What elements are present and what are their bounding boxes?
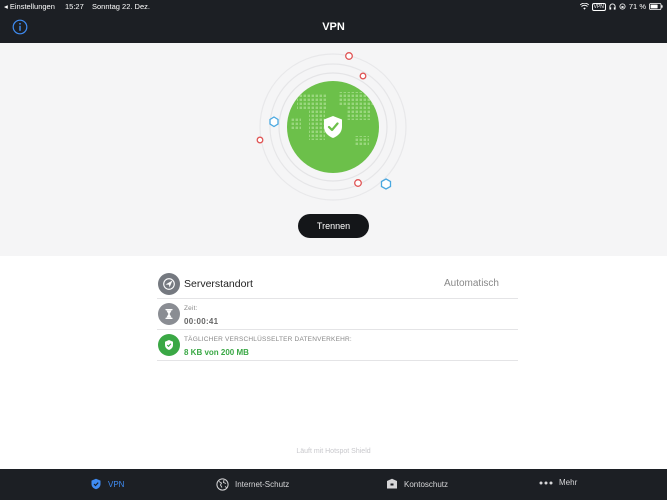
daily-traffic-value: 8 KB von 200 MB — [184, 348, 249, 357]
connection-info-list: Serverstandort Automatisch Zeit: 00:00:4… — [157, 268, 518, 361]
location-icon — [158, 273, 180, 295]
more-dots-icon — [539, 481, 553, 484]
battery-icon — [649, 3, 663, 10]
tab-bar: VPN Internet-Schutz Kontoschutz Mehr — [0, 469, 667, 500]
connection-status-area: Trennen — [0, 43, 667, 256]
status-bar: ◂ Einstellungen 15:27 Sonntag 22. Dez. V… — [0, 0, 667, 12]
globe-icon — [216, 478, 229, 491]
tab-vpn[interactable]: VPN — [90, 478, 124, 490]
session-time-value: 00:00:41 — [184, 317, 219, 326]
tab-vpn-label: VPN — [108, 479, 125, 489]
tab-internet-label: Internet-Schutz — [235, 480, 290, 489]
tab-account-protection[interactable]: Kontoschutz — [386, 478, 448, 490]
hourglass-icon — [158, 303, 180, 325]
tab-more[interactable]: Mehr — [539, 478, 577, 487]
tab-internet-protection[interactable]: Internet-Schutz — [216, 478, 289, 491]
disconnect-button[interactable]: Trennen — [298, 214, 369, 238]
powered-by-note: Läuft mit Hotspot Shield — [296, 448, 371, 455]
blue-node-left — [269, 116, 279, 128]
page-title: VPN — [322, 21, 345, 33]
session-time-label: Zeit: — [184, 305, 198, 312]
vpn-badge: VPN — [591, 2, 606, 11]
red-node-top — [345, 52, 353, 60]
wifi-icon — [579, 3, 589, 10]
back-to-settings-link[interactable]: ◂ Einstellungen — [4, 2, 55, 11]
daily-traffic-row: TÄGLICHER VERSCHLÜSSELTER DATENVERKEHR: … — [157, 330, 518, 361]
session-time-row: Zeit: 00:00:41 — [157, 299, 518, 330]
blue-node-right — [380, 178, 392, 190]
server-location-row[interactable]: Serverstandort Automatisch — [157, 268, 518, 299]
tab-more-label: Mehr — [559, 478, 578, 487]
headphones-icon — [609, 3, 616, 10]
tab-konto-label: Kontoschutz — [404, 479, 449, 489]
red-node-left — [256, 136, 264, 144]
nav-bar: VPN — [0, 12, 667, 43]
server-location-value[interactable]: Automatisch — [444, 278, 499, 289]
red-node-bottom — [354, 179, 362, 187]
shield-icon — [158, 334, 180, 356]
status-date: Sonntag 22. Dez. — [92, 2, 150, 11]
orientation-lock-icon — [619, 3, 626, 10]
battery-percentage: 71 % — [628, 2, 646, 11]
connection-visual — [256, 52, 407, 201]
shield-icon — [91, 478, 101, 490]
server-location-label: Serverstandort — [184, 278, 253, 290]
mailbox-icon — [387, 478, 397, 489]
status-indicators: VPN 71 % — [579, 2, 663, 11]
red-node-upper — [359, 72, 367, 80]
status-time: 15:27 — [65, 2, 84, 11]
daily-traffic-label: TÄGLICHER VERSCHLÜSSELTER DATENVERKEHR: — [184, 336, 352, 343]
